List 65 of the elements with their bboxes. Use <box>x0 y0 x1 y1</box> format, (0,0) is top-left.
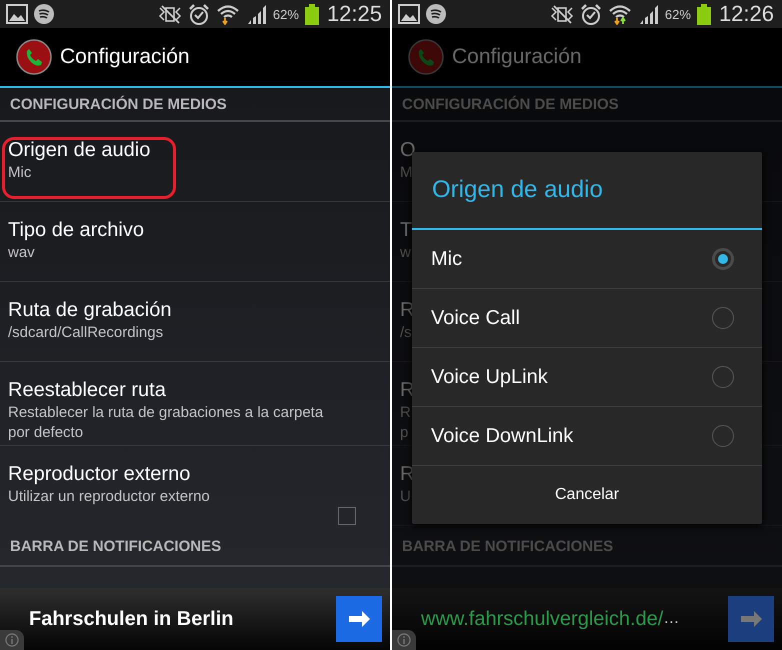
arrow-icon <box>348 608 370 630</box>
battery-icon <box>696 4 711 24</box>
setting-summary: /sdcard/CallRecordings <box>8 323 164 343</box>
setting-summary: Utilizar un reproductor externo <box>8 487 210 507</box>
section-header: CONFIGURACIÓN DE MEDIOS <box>10 96 227 112</box>
setting-title: Ruta de grabación <box>8 298 172 323</box>
screen-title: Configuración <box>452 45 582 69</box>
ad-banner[interactable]: Fahrschulen in Berlin <box>0 588 390 650</box>
dialog-option[interactable]: Mic <box>412 230 762 289</box>
setting-summary: Restablecer la ruta de grabaciones a la carpeta <box>8 403 324 423</box>
setting-summary: U <box>400 487 411 507</box>
setting-summary: R <box>400 403 411 423</box>
alarm-icon <box>188 4 210 24</box>
setting-summary: p <box>400 423 408 443</box>
dialog-option[interactable]: Voice Call <box>412 289 762 348</box>
setting-title: O <box>400 138 416 163</box>
dialog-option[interactable]: Voice UpLink <box>412 348 762 407</box>
setting-title: Reestablecer ruta <box>8 378 166 403</box>
cancel-button[interactable]: Cancelar <box>412 466 762 524</box>
radio-button[interactable] <box>712 307 734 329</box>
ad-banner[interactable]: www.fahrschulvergleich.de/… <box>392 588 782 650</box>
battery-icon <box>304 4 319 24</box>
setting-summary: wav <box>8 243 35 263</box>
battery-percent: 62% <box>272 6 299 22</box>
dialog-option[interactable]: Voice DownLink <box>412 407 762 466</box>
setting-summary: /s <box>400 323 412 343</box>
radio-button[interactable] <box>712 248 734 270</box>
checkbox[interactable] <box>338 507 356 525</box>
signal-icon <box>638 4 659 24</box>
radio-button[interactable] <box>712 425 734 447</box>
section-header: CONFIGURACIÓN DE MEDIOS <box>402 96 619 112</box>
ellipsis: … <box>663 610 680 627</box>
vibrate-icon <box>158 4 182 24</box>
gallery-icon <box>398 4 420 24</box>
battery-percent: 62% <box>664 6 691 22</box>
setting-summary: w <box>400 243 411 263</box>
radio-button[interactable] <box>712 366 734 388</box>
setting-title: Origen de audio <box>8 138 150 163</box>
setting-title: Tipo de archivo <box>8 218 144 243</box>
setting-summary: por defecto <box>8 423 84 443</box>
info-icon[interactable] <box>5 633 19 647</box>
alarm-icon <box>580 4 602 24</box>
screen-title: Configuración <box>60 45 190 69</box>
setting-title: Reproductor externo <box>8 462 190 487</box>
arrow-button[interactable] <box>728 596 774 642</box>
setting-summary: Mic <box>8 163 32 183</box>
arrow-button[interactable] <box>336 596 382 642</box>
section-header: BARRA DE NOTIFICACIONES <box>10 538 222 554</box>
vibrate-icon <box>550 4 574 24</box>
setting-title: T <box>400 218 412 243</box>
info-icon[interactable] <box>397 633 411 647</box>
phone-icon <box>16 39 52 75</box>
dialog-title: Origen de audio <box>432 176 603 204</box>
clock: 12:25 <box>326 1 382 27</box>
music-app-icon <box>34 4 54 24</box>
ad-headline: Fahrschulen in Berlin <box>29 608 234 630</box>
phone-icon <box>408 39 444 75</box>
gallery-icon <box>6 4 28 24</box>
arrow-icon <box>740 608 762 630</box>
ad-url: www.fahrschulvergleich.de/ <box>421 608 664 630</box>
setting-summary: M <box>400 163 412 183</box>
section-header: BARRA DE NOTIFICACIONES <box>402 538 614 554</box>
music-app-icon <box>426 4 446 24</box>
clock: 12:26 <box>718 1 774 27</box>
signal-icon <box>246 4 267 24</box>
